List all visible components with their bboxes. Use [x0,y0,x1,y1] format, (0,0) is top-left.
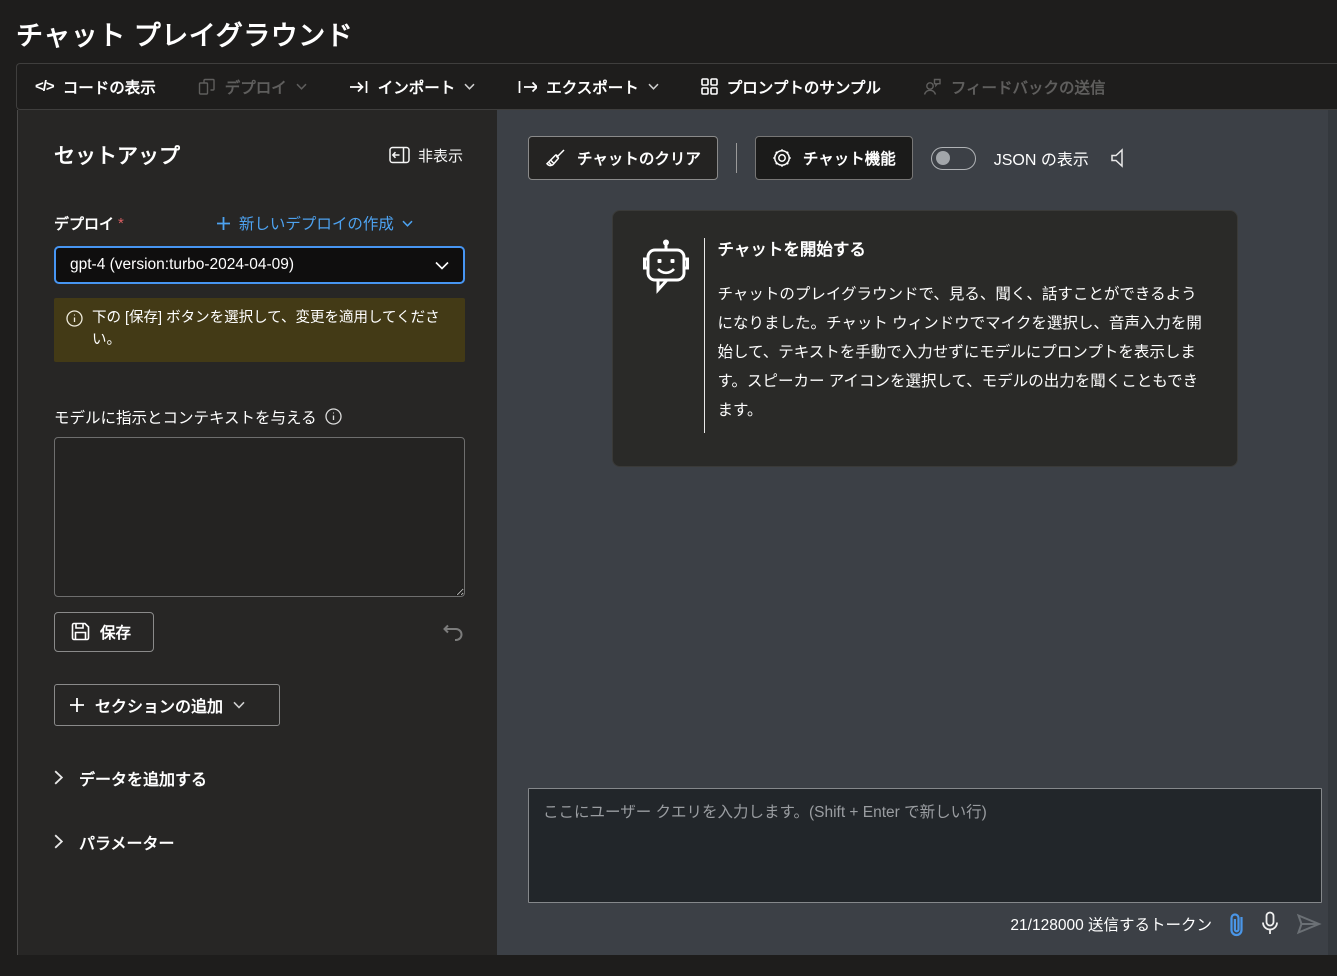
chevron-down-icon [435,261,449,270]
toolbar-divider [736,143,737,173]
collapse-panel-icon [389,146,410,164]
required-marker: * [118,215,124,232]
chat-bot-icon [641,238,691,294]
info-icon [66,310,83,327]
deploy-field-label: デプロイ [54,213,114,234]
save-icon [71,622,90,641]
setup-title: セットアップ [54,140,180,170]
code-icon: </> [35,78,54,95]
add-your-data-expander[interactable]: データを追加する [54,766,463,790]
deploy-icon [198,78,216,96]
welcome-body: チャットのプレイグラウンドで、見る、聞く、話すことができるようになりました。チャ… [718,281,1210,426]
command-bar: </> コードの表示 デプロイ インポート エクスポート プロンプトのサンプル [16,63,1337,110]
scrollbar-track[interactable] [1328,110,1337,955]
deployment-select-value: gpt-4 (version:turbo-2024-04-09) [70,256,294,274]
prompt-samples-button[interactable]: プロンプトのサンプル [683,64,899,109]
save-button[interactable]: 保存 [54,612,154,652]
plus-icon [69,697,85,713]
chevron-down-icon [296,83,307,90]
speaker-button[interactable] [1109,147,1130,169]
speaker-icon [1109,147,1130,169]
token-counter: 21/128000 送信するトークン [1010,913,1212,935]
hide-panel-button[interactable]: 非表示 [389,145,463,166]
broom-icon [545,148,566,169]
chevron-down-icon [648,83,659,90]
setup-panel: セットアップ 非表示 デプロイ * 新しいデプロイの作成 gpt-4 (vers… [17,110,497,955]
deployment-select[interactable]: gpt-4 (version:turbo-2024-04-09) [54,246,465,284]
save-warning-message: 下の [保存] ボタンを選択して、変更を適用してください。 [54,298,465,362]
welcome-title: チャットを開始する [718,236,1210,260]
import-icon [349,79,369,95]
clear-chat-button[interactable]: チャットのクリア [528,136,718,180]
system-message-textarea[interactable] [54,437,465,597]
instructions-label: モデルに指示とコンテキストを与える [54,406,317,428]
paperclip-icon [1229,911,1244,937]
send-button[interactable] [1296,912,1322,936]
chevron-down-icon [402,220,413,227]
deploy-button: デプロイ [180,64,325,109]
import-button[interactable]: インポート [331,64,494,109]
create-new-deployment-link[interactable]: 新しいデプロイの作成 [216,212,413,234]
app-body: セットアップ 非表示 デプロイ * 新しいデプロイの作成 gpt-4 (vers… [0,110,1337,955]
user-query-input[interactable] [528,788,1322,903]
chat-panel: チャットのクリア チャット機能 JSON の表示 [497,110,1337,955]
export-button[interactable]: エクスポート [499,64,677,109]
info-icon [325,408,342,425]
send-icon [1296,912,1322,936]
add-section-button[interactable]: セクションの追加 [54,684,280,726]
export-icon [517,79,537,95]
chevron-down-icon [464,83,475,90]
page-title: チャット プレイグラウンド [16,14,1337,53]
grid-icon [701,78,718,95]
parameters-expander[interactable]: パラメーター [54,830,463,854]
undo-icon [441,620,465,644]
attach-file-button[interactable] [1229,911,1244,937]
gear-icon [772,148,792,168]
toggle-knob [936,151,950,165]
show-code-button[interactable]: </> コードの表示 [17,64,174,109]
voice-input-button[interactable] [1261,911,1279,937]
feedback-icon [923,78,942,96]
chat-toolbar: チャットのクリア チャット機能 JSON の表示 [528,136,1322,180]
chevron-right-icon [54,834,63,849]
undo-button[interactable] [441,620,465,644]
chat-features-button[interactable]: チャット機能 [755,136,913,180]
plus-icon [216,216,231,231]
microphone-icon [1261,911,1279,937]
show-json-toggle[interactable] [931,147,976,170]
page-header: チャット プレイグラウンド [0,0,1337,63]
chevron-right-icon [54,770,63,785]
show-json-label: JSON の表示 [994,146,1089,170]
chat-input-status-row: 21/128000 送信するトークン [528,903,1322,945]
welcome-card: チャットを開始する チャットのプレイグラウンドで、見る、聞く、話すことができるよ… [612,210,1238,467]
send-feedback-button: フィードバックの送信 [905,64,1124,109]
chat-history-empty-space [528,467,1322,788]
card-divider [704,238,705,433]
chevron-down-icon [233,701,245,709]
